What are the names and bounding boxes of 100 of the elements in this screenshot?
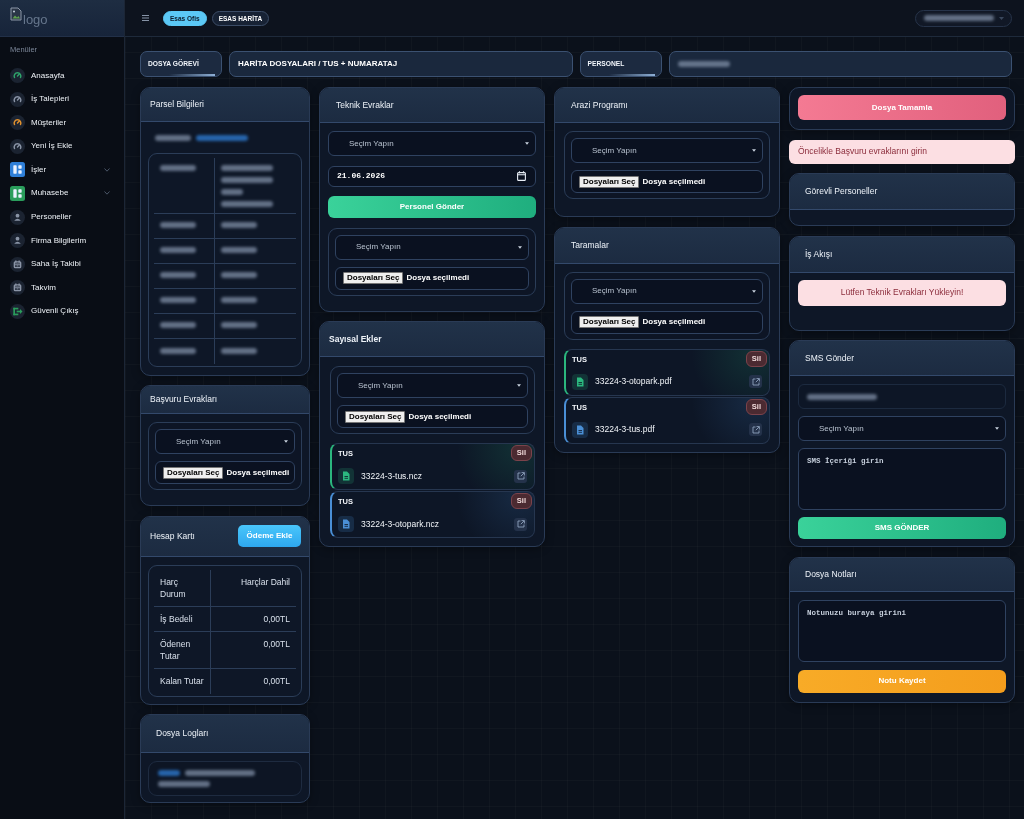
card-title: SMS Gönder bbox=[805, 351, 855, 365]
file-icon bbox=[572, 373, 588, 390]
blocks-icon bbox=[10, 162, 25, 178]
select-dropdown[interactable]: Seçim Yapın bbox=[337, 373, 528, 398]
file-name: 33224-3-otopark.ncz bbox=[361, 517, 439, 531]
sidebar-item[interactable]: Yeni İş Ekle bbox=[0, 138, 124, 154]
file-status-text: Dosya seçilmedi bbox=[642, 316, 706, 328]
file-input[interactable]: Dosyaları Seç Dosya seçilmedi bbox=[571, 170, 763, 193]
blocks-icon bbox=[10, 185, 25, 201]
select-dropdown[interactable]: Seçim Yapın bbox=[798, 416, 1006, 441]
blurred-text bbox=[220, 177, 273, 183]
blurred-text bbox=[220, 222, 257, 229]
external-link-icon bbox=[751, 425, 760, 434]
file-icon bbox=[338, 516, 354, 532]
blurred-text bbox=[220, 201, 273, 207]
select-dropdown[interactable]: Seçim Yapın bbox=[571, 138, 763, 163]
select-dropdown[interactable]: Seçim Yapın bbox=[328, 131, 536, 156]
external-link-icon bbox=[516, 520, 525, 528]
calendar-icon bbox=[10, 280, 25, 296]
phone-field[interactable] bbox=[798, 384, 1006, 409]
choose-files-button[interactable]: Dosyaları Seç bbox=[345, 410, 406, 423]
blurred-text bbox=[196, 135, 248, 141]
alert-message: Öncelikle Başvuru evraklarını girin bbox=[789, 139, 1015, 164]
table-cell: Kalan Tutar bbox=[154, 668, 211, 694]
blurred-text bbox=[220, 347, 257, 354]
sidebar-item[interactable]: İşler bbox=[0, 162, 124, 178]
choose-files-button[interactable]: Dosyaları Seç bbox=[163, 466, 224, 479]
choose-files-button[interactable]: Dosyaları Seç bbox=[579, 175, 640, 188]
table-cell: Harçlar Dahil bbox=[210, 569, 296, 607]
person-icon bbox=[10, 209, 25, 225]
select-dropdown[interactable]: Seçim Yapın bbox=[155, 429, 295, 454]
sidebar-item[interactable]: Takvim bbox=[0, 280, 124, 296]
blurred-text bbox=[220, 297, 257, 304]
select-dropdown[interactable]: Seçim Yapın bbox=[571, 278, 763, 304]
logo-alt-text: logo bbox=[23, 13, 48, 26]
file-status-text: Dosya seçilmedi bbox=[408, 410, 472, 423]
card-title: Başvuru Evrakları bbox=[150, 393, 218, 406]
choose-files-button[interactable]: Dosyaları Seç bbox=[579, 316, 640, 328]
file-icon bbox=[572, 421, 588, 438]
file-input[interactable]: Dosyaları Seç Dosya seçilmedi bbox=[337, 405, 528, 428]
blurred-text bbox=[220, 272, 257, 279]
file-name: 33224-3-tus.ncz bbox=[361, 469, 422, 483]
gauge-icon bbox=[10, 68, 25, 83]
gauge-icon bbox=[10, 91, 25, 107]
file-status-text: Dosya seçilmedi bbox=[406, 272, 470, 284]
card-title: Dosya Logları bbox=[156, 727, 209, 740]
open-file-button[interactable] bbox=[749, 375, 762, 388]
open-file-button[interactable] bbox=[514, 469, 527, 483]
select-dropdown[interactable]: Seçim Yapın bbox=[335, 234, 529, 260]
blurred-text bbox=[185, 770, 255, 776]
menu-icon bbox=[142, 15, 149, 21]
file-input[interactable]: Dosyaları Seç Dosya seçilmedi bbox=[335, 266, 529, 290]
file-status-text: Dosya seçilmedi bbox=[226, 466, 290, 479]
file-input[interactable]: Dosyaları Seç Dosya seçilmedi bbox=[571, 310, 763, 334]
card-title: Görevli Personeller bbox=[805, 185, 878, 198]
open-file-button[interactable] bbox=[514, 517, 527, 531]
card-title: Parsel Bilgileri bbox=[150, 98, 204, 111]
blurred-text bbox=[158, 781, 210, 787]
exit-icon bbox=[10, 303, 25, 319]
gauge-icon bbox=[10, 138, 25, 154]
sidebar-item[interactable]: Anasayfa bbox=[0, 68, 124, 83]
card-title: Taramalar bbox=[571, 238, 609, 252]
card-title: Teknik Evraklar bbox=[336, 98, 394, 112]
blurred-text bbox=[220, 189, 243, 195]
sidebar-item[interactable]: Müşteriler bbox=[0, 115, 124, 131]
sidebar-item[interactable]: Muhasebe bbox=[0, 185, 124, 201]
caret-icon bbox=[998, 16, 1004, 20]
date-field[interactable]: 21.06.2026 bbox=[328, 165, 536, 187]
info-value: HARİTA DOSYALARI / TUS + NUMARATAJ bbox=[229, 51, 573, 77]
blurred-text bbox=[220, 165, 273, 171]
card-title: İş Akışı bbox=[805, 247, 833, 261]
card-title: Hesap Kartı bbox=[150, 529, 195, 543]
sidebar-item[interactable]: Saha İş Takibi bbox=[0, 256, 124, 272]
table-cell: 0,00TL bbox=[210, 668, 296, 694]
table-cell: Harç Durum bbox=[154, 569, 211, 607]
sidebar-item[interactable]: Firma Bilgilerim bbox=[0, 233, 124, 249]
gauge-icon bbox=[10, 115, 25, 131]
file-status-text: Dosya seçilmedi bbox=[642, 175, 706, 188]
blurred-text bbox=[220, 322, 257, 329]
file-name: 33224-3-otopark.pdf bbox=[595, 375, 672, 388]
table-cell: Ödenen Tutar bbox=[154, 631, 211, 669]
choose-files-button[interactable]: Dosyaları Seç bbox=[343, 272, 404, 284]
sidebar-item[interactable]: Güvenli Çıkış bbox=[0, 303, 124, 319]
card-title: Sayısal Ekler bbox=[329, 332, 382, 346]
calendar-icon bbox=[517, 171, 526, 181]
broken-image-icon bbox=[10, 7, 22, 21]
external-link-icon bbox=[516, 472, 525, 480]
file-input[interactable]: Dosyaları Seç Dosya seçilmedi bbox=[155, 461, 295, 484]
sidebar-item[interactable]: İş Talepleri bbox=[0, 91, 124, 107]
card-title: Arazi Programı bbox=[571, 98, 628, 112]
person-icon bbox=[10, 233, 25, 249]
table-cell: İş Bedeli bbox=[154, 606, 211, 632]
alert-message: Lütfen Teknik Evrakları Yükleyin! bbox=[798, 279, 1006, 306]
open-file-button[interactable] bbox=[749, 423, 762, 436]
user-menu-button[interactable] bbox=[915, 9, 1012, 27]
file-name: 33224-3-tus.pdf bbox=[595, 423, 655, 436]
table-cell: 0,00TL bbox=[210, 606, 296, 632]
blurred-text bbox=[220, 247, 257, 254]
sidebar-item[interactable]: Personeller bbox=[0, 209, 124, 225]
calendar-icon bbox=[10, 256, 25, 272]
